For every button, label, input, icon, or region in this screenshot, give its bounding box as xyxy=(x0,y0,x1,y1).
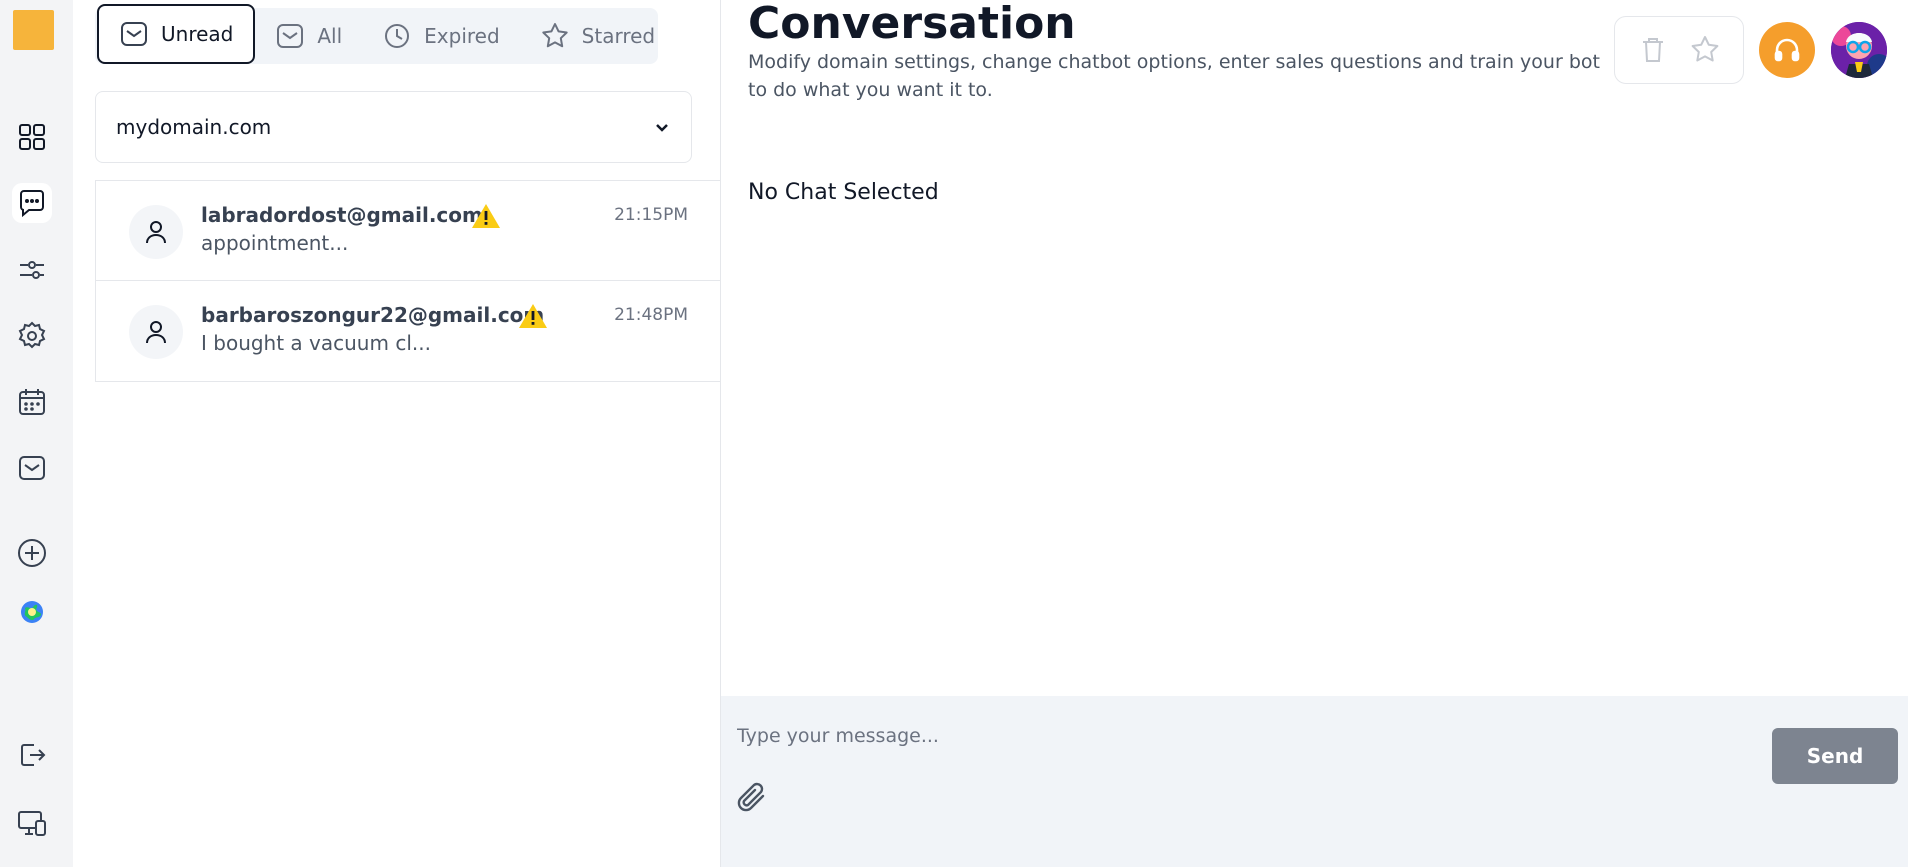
chevron-down-icon xyxy=(656,124,668,132)
conversation-email: barbaroszongur22@gmail.com xyxy=(201,303,545,327)
tab-label: Unread xyxy=(161,22,234,46)
filter-tabs: Unread All Expired Starred xyxy=(95,4,658,65)
conversation-preview: appointment... xyxy=(201,231,349,255)
conversation-actions xyxy=(1614,16,1744,84)
app-logo[interactable] xyxy=(13,10,54,50)
globe-icon[interactable] xyxy=(12,592,52,632)
user-avatar-icon xyxy=(1831,22,1887,78)
star-icon[interactable] xyxy=(1689,34,1721,66)
clock-icon xyxy=(385,24,410,48)
star-icon xyxy=(541,23,568,48)
calendar-icon[interactable] xyxy=(12,382,52,422)
domain-select[interactable]: mydomain.com xyxy=(95,91,692,163)
inbox-icon xyxy=(277,24,304,48)
tab-label: Expired xyxy=(424,24,500,48)
conversation-time: 21:48PM xyxy=(614,305,688,325)
inbox-icon[interactable] xyxy=(12,448,52,488)
list-item[interactable]: labradordost@gmail.com appointment... 21… xyxy=(95,180,721,281)
sidebar xyxy=(0,0,73,867)
paperclip-icon[interactable] xyxy=(735,780,771,816)
warning-icon xyxy=(519,304,547,328)
user-icon xyxy=(129,305,183,359)
settings-sliders-icon[interactable] xyxy=(12,250,52,290)
conversation-preview: I bought a vacuum cl... xyxy=(201,331,431,355)
logout-icon[interactable] xyxy=(12,735,52,775)
list-item[interactable]: barbaroszongur22@gmail.com I bought a va… xyxy=(95,281,721,382)
conversation-time: 21:15PM xyxy=(614,205,688,225)
tab-all[interactable]: All xyxy=(255,7,362,65)
send-button[interactable]: Send xyxy=(1772,728,1898,784)
avatar[interactable] xyxy=(1831,22,1887,78)
chat-icon[interactable] xyxy=(12,183,52,223)
tab-unread[interactable]: Unread xyxy=(97,4,256,64)
user-icon xyxy=(129,205,183,259)
gear-icon[interactable] xyxy=(12,316,52,356)
message-input[interactable] xyxy=(737,716,1757,756)
page-subtitle: Modify domain settings, change chatbot o… xyxy=(748,51,1600,101)
trash-icon[interactable] xyxy=(1637,34,1669,66)
inbox-icon xyxy=(121,22,147,46)
tab-label: Starred xyxy=(581,24,656,48)
message-composer: Send xyxy=(721,696,1908,867)
conversation-email: labradordost@gmail.com xyxy=(201,203,483,227)
conversation-list: labradordost@gmail.com appointment... 21… xyxy=(95,180,721,382)
headphones-icon xyxy=(1774,38,1800,62)
plus-icon[interactable] xyxy=(12,533,52,573)
dashboard-icon[interactable] xyxy=(12,117,52,157)
tab-label: All xyxy=(317,24,343,48)
no-chat-message: No Chat Selected xyxy=(748,180,939,205)
devices-icon[interactable] xyxy=(12,803,52,843)
support-button[interactable] xyxy=(1759,22,1815,78)
domain-select-value: mydomain.com xyxy=(116,115,272,139)
tab-starred[interactable]: Starred xyxy=(520,7,675,65)
tab-expired[interactable]: Expired xyxy=(362,7,520,65)
page-title: Conversation xyxy=(748,0,1076,49)
warning-icon xyxy=(472,204,500,228)
